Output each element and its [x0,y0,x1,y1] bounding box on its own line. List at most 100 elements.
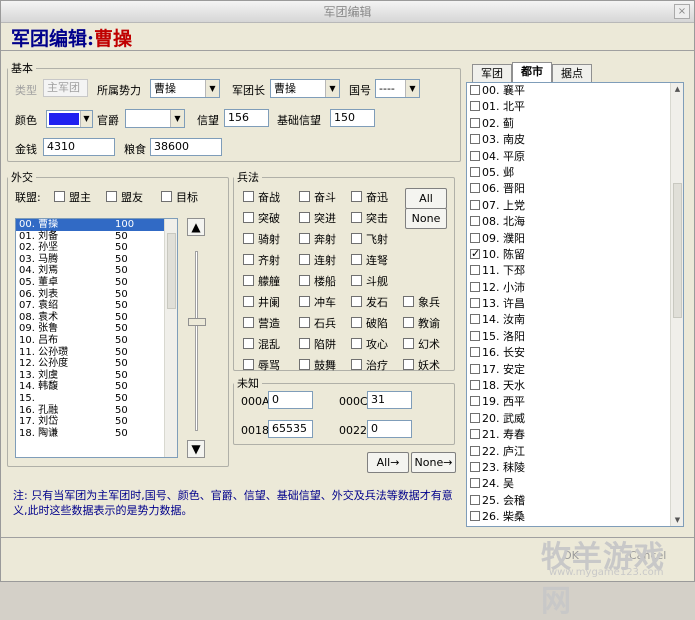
tactic-checkbox[interactable]: 幻术 [403,336,440,352]
checkbox-icon[interactable] [470,396,480,406]
list-item[interactable]: 18. 陶谦50 [16,428,177,440]
city-list-item[interactable]: 08. 北海 [467,214,683,230]
checkbox-icon[interactable] [470,249,480,259]
checkbox-icon[interactable] [470,233,480,243]
checkbox-icon[interactable] [470,413,480,423]
checkbox-icon[interactable] [470,495,480,505]
checkbox-icon[interactable] [470,462,480,472]
tactic-checkbox[interactable]: 齐射 [243,252,280,268]
tactic-checkbox[interactable]: 奋战 [243,189,280,205]
scrollbar-thumb[interactable] [167,233,176,309]
leader-checkbox[interactable]: 盟主 [54,189,91,205]
list-item[interactable]: 17. 刘岱50 [16,416,177,428]
scrollbar[interactable]: ▲ ▼ [670,83,683,526]
city-list-item[interactable]: 26. 柴桑 [467,509,683,525]
city-list-item[interactable]: 01. 北平 [467,99,683,115]
city-list-item[interactable]: 00. 襄平 [467,83,683,99]
tactic-checkbox[interactable]: 骑射 [243,231,280,247]
city-list-item[interactable]: 07. 上党 [467,198,683,214]
city-list-item[interactable]: 04. 平原 [467,149,683,165]
city-list-item[interactable]: 10. 陈留 [467,247,683,263]
food-field[interactable]: 38600 [150,138,222,156]
list-item[interactable]: 07. 袁绍50 [16,300,177,312]
gold-field[interactable]: 4310 [43,138,115,156]
tactic-checkbox[interactable]: 象兵 [403,294,440,310]
tactic-checkbox[interactable]: 奋迅 [351,189,388,205]
checkbox-icon[interactable] [470,265,480,275]
checkbox-icon[interactable] [470,331,480,341]
city-list[interactable]: 00. 襄平01. 北平02. 蓟03. 南皮04. 平原05. 邺06. 晋阳… [466,82,684,527]
city-list-item[interactable]: 14. 汝南 [467,312,683,328]
city-list-item[interactable]: 15. 洛阳 [467,329,683,345]
checkbox-icon[interactable] [470,200,480,210]
checkbox-icon[interactable] [470,167,480,177]
diplomacy-list[interactable]: 00. 曹操10001. 刘备5002. 孙坚5003. 马腾5004. 刘焉5… [15,218,178,458]
tactic-checkbox[interactable]: 石兵 [299,315,336,331]
city-list-item[interactable]: 09. 濮阳 [467,231,683,247]
leader-select[interactable]: 曹操▼ [270,79,340,98]
none-arrow-button[interactable]: None→ [411,452,456,473]
tactic-checkbox[interactable]: 奔射 [299,231,336,247]
tactic-checkbox[interactable]: 发石 [351,294,388,310]
list-item[interactable]: 05. 董卓50 [16,277,177,289]
tactic-checkbox[interactable]: 奋斗 [299,189,336,205]
tactic-checkbox[interactable]: 突破 [243,210,280,226]
list-item[interactable]: 14. 韩馥50 [16,381,177,393]
tactics-all-button[interactable]: All [405,188,447,209]
checkbox-icon[interactable] [470,314,480,324]
list-item[interactable]: 01. 刘备50 [16,231,177,243]
city-list-item[interactable]: 06. 晋阳 [467,181,683,197]
tactic-checkbox[interactable]: 辱骂 [243,357,280,373]
city-list-item[interactable]: 12. 小沛 [467,280,683,296]
list-item[interactable]: 13. 刘虞50 [16,370,177,382]
tab-legion[interactable]: 军团 [472,64,512,82]
list-item[interactable]: 00. 曹操100 [16,219,177,231]
list-item[interactable]: 08. 袁术50 [16,312,177,324]
tab-cities[interactable]: 都市 [512,62,552,82]
tactics-none-button[interactable]: None [405,208,447,229]
city-list-item[interactable]: 27. 江夏 [467,526,683,527]
city-list-item[interactable]: 03. 南皮 [467,132,683,148]
tactic-checkbox[interactable]: 治疗 [351,357,388,373]
tactic-checkbox[interactable]: 连弩 [351,252,388,268]
tactic-checkbox[interactable]: 陷阱 [299,336,336,352]
checkbox-icon[interactable] [470,446,480,456]
ally-checkbox[interactable]: 盟友 [106,189,143,205]
city-list-item[interactable]: 23. 秣陵 [467,460,683,476]
tactic-checkbox[interactable]: 妖术 [403,357,440,373]
faction-select[interactable]: 曹操▼ [150,79,220,98]
checkbox-icon[interactable] [470,364,480,374]
list-item[interactable]: 03. 马腾50 [16,254,177,266]
tactic-checkbox[interactable]: 艨艟 [243,273,280,289]
scroll-up-icon[interactable]: ▲ [671,83,684,95]
field-000a-input[interactable]: 0 [268,391,313,409]
city-list-item[interactable]: 13. 许昌 [467,296,683,312]
list-item[interactable]: 09. 张鲁50 [16,323,177,335]
checkbox-icon[interactable] [470,151,480,161]
tactic-checkbox[interactable]: 冲车 [299,294,336,310]
tab-strongholds[interactable]: 据点 [552,64,592,82]
tactic-checkbox[interactable]: 突击 [351,210,388,226]
city-list-item[interactable]: 16. 长安 [467,345,683,361]
relation-slider-handle[interactable] [188,318,206,326]
checkbox-icon[interactable] [470,429,480,439]
city-list-item[interactable]: 17. 安定 [467,362,683,378]
tactic-checkbox[interactable]: 连射 [299,252,336,268]
city-list-item[interactable]: 19. 西平 [467,394,683,410]
list-item[interactable]: 06. 刘表50 [16,289,177,301]
checkbox-icon[interactable] [470,298,480,308]
close-button[interactable]: × [674,4,690,19]
scroll-down-icon[interactable]: ▼ [671,514,684,526]
base-prestige-field[interactable]: 150 [330,109,375,127]
relation-slider-track[interactable] [195,251,198,431]
tactic-checkbox[interactable]: 井阑 [243,294,280,310]
city-list-item[interactable]: 21. 寿春 [467,427,683,443]
checkbox-icon[interactable] [470,380,480,390]
checkbox-icon[interactable] [470,478,480,488]
checkbox-icon[interactable] [470,511,480,521]
list-item[interactable]: 16. 孔融50 [16,405,177,417]
checkbox-icon[interactable] [470,134,480,144]
city-list-item[interactable]: 25. 会稽 [467,493,683,509]
state-title-select[interactable]: ----▼ [375,79,420,98]
prestige-field[interactable]: 156 [224,109,269,127]
